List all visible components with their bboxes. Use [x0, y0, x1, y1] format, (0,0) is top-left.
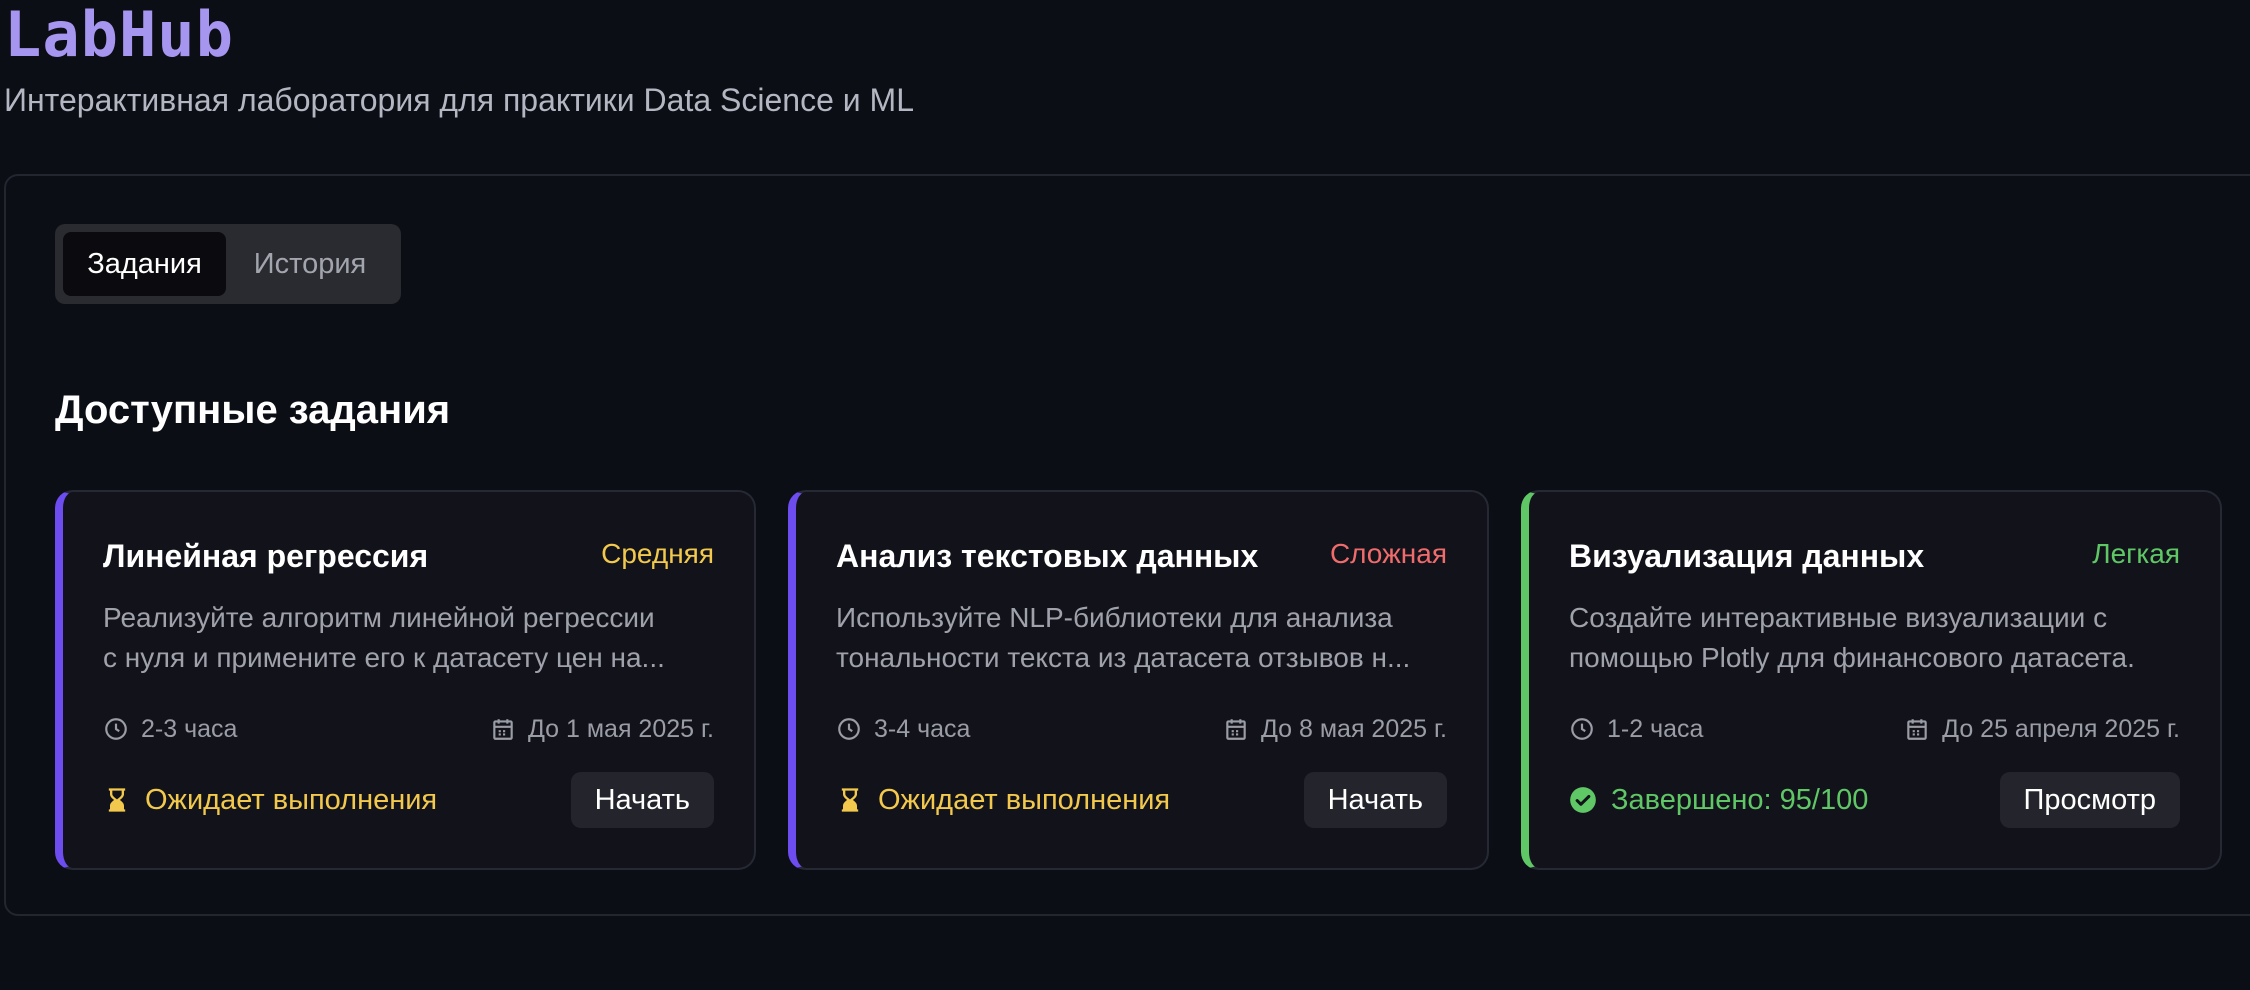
calendar-icon: [493, 719, 513, 740]
status-text: Ожидает выполнения: [878, 783, 1171, 816]
difficulty-badge: Сложная: [1329, 538, 1447, 569]
status-text: Ожидает выполнения: [145, 783, 438, 816]
check-circle-icon: [1570, 787, 1596, 813]
duration: 3-4 часа: [836, 712, 970, 746]
app-logo: LabHub: [4, 0, 234, 68]
deadline-text: До 8 мая 2025 г.: [1260, 714, 1447, 743]
difficulty-badge: Легкая: [2092, 538, 2180, 569]
clock-icon: [838, 718, 860, 740]
start-button[interactable]: Начать: [570, 772, 714, 828]
clock-icon: [105, 718, 127, 740]
duration-text: 1-2 часа: [1607, 714, 1704, 743]
deadline: До 8 мая 2025 г.: [1223, 712, 1447, 746]
deadline: До 25 апреля 2025 г.: [1904, 712, 2180, 746]
calendar-icon: [1226, 719, 1246, 740]
hourglass-icon: [108, 788, 126, 812]
main-panel: Задания История Доступные задания Линейн…: [4, 174, 2250, 916]
deadline: До 1 мая 2025 г.: [490, 712, 714, 746]
card-title: Визуализация данных: [1569, 538, 1925, 574]
header: LabHub Интерактивная лаборатория для пра…: [4, 0, 914, 120]
status: Ожидает выполнения: [103, 780, 437, 820]
calendar-icon: [1907, 719, 1927, 740]
duration-text: 2-3 часа: [141, 714, 238, 743]
status: Ожидает выполнения: [836, 780, 1170, 820]
task-card-data-visualization[interactable]: Визуализация данных Легкая Создайте инте…: [1521, 490, 2222, 870]
task-cards: Линейная регрессия Средняя Реализуйте ал…: [55, 490, 2222, 870]
card-description-line: тональности текста из датасета отзывов н…: [836, 642, 1411, 673]
view-button[interactable]: Просмотр: [1999, 772, 2180, 828]
tab-history[interactable]: История: [230, 232, 390, 296]
difficulty-badge: Средняя: [601, 538, 714, 569]
deadline-text: До 25 апреля 2025 г.: [1942, 714, 2180, 743]
card-title: Анализ текстовых данных: [836, 538, 1259, 574]
status: Завершено: 95/100: [1569, 780, 1868, 820]
task-card-linear-regression[interactable]: Линейная регрессия Средняя Реализуйте ал…: [55, 490, 756, 870]
tab-bar: Задания История: [55, 224, 401, 304]
hourglass-icon: [841, 788, 859, 812]
card-title: Линейная регрессия: [103, 538, 429, 574]
start-button[interactable]: Начать: [1303, 772, 1447, 828]
tab-tasks[interactable]: Задания: [63, 232, 226, 296]
card-description-line: Используйте NLP-библиотеки для анализа: [836, 602, 1393, 633]
card-description-line: Создайте интерактивные визуализации с: [1569, 602, 2108, 633]
task-card-text-analysis[interactable]: Анализ текстовых данных Сложная Использу…: [788, 490, 1489, 870]
card-description: Используйте NLP-библиотеки для анализа т…: [836, 598, 1456, 678]
app-subtitle: Интерактивная лаборатория для практики D…: [4, 82, 914, 118]
card-description-line: Реализуйте алгоритм линейной регрессии: [103, 602, 655, 633]
card-description-line: с нуля и примените его к датасету цен на…: [103, 642, 665, 673]
deadline-text: До 1 мая 2025 г.: [527, 714, 714, 743]
duration: 2-3 часа: [103, 712, 237, 746]
card-description-line: помощью Plotly для финансового датасета.: [1569, 642, 2135, 673]
duration-text: 3-4 часа: [874, 714, 971, 743]
duration: 1-2 часа: [1569, 712, 1703, 746]
card-description: Реализуйте алгоритм линейной регрессии с…: [103, 598, 723, 678]
clock-icon: [1571, 718, 1593, 740]
section-title: Доступные задания: [55, 388, 451, 432]
status-text: Завершено: 95/100: [1611, 783, 1869, 816]
card-description: Создайте интерактивные визуализации с по…: [1569, 598, 2189, 678]
